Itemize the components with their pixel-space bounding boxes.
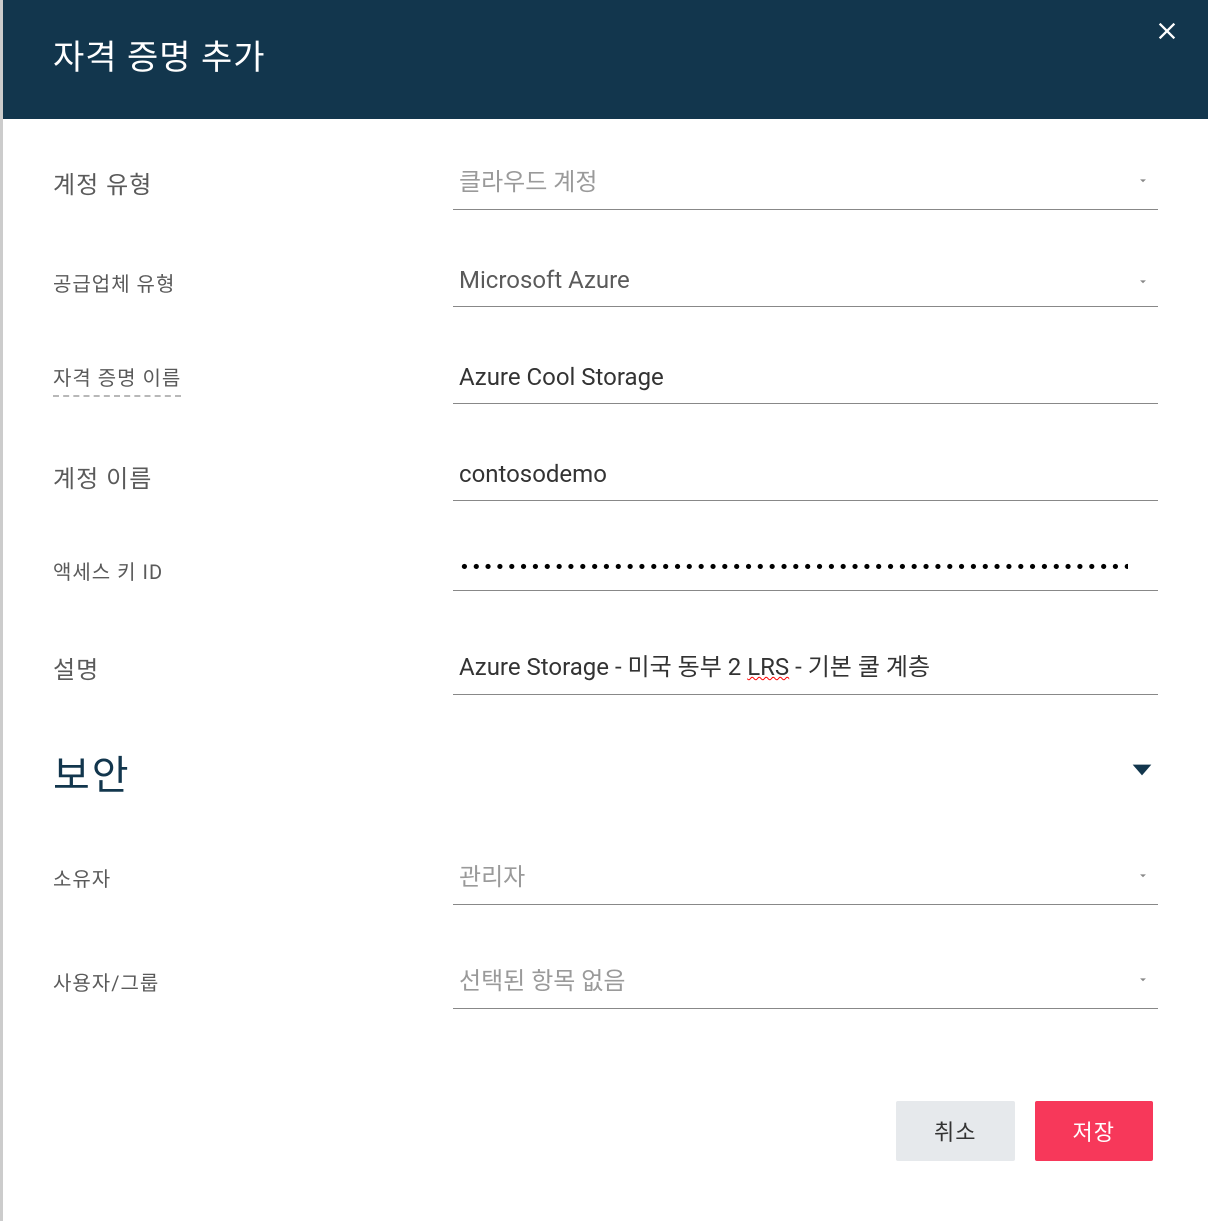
owner-value: 관리자 <box>453 849 1158 905</box>
credential-name-label: 자격 증명 이름 <box>53 362 181 397</box>
owner-field[interactable]: 관리자 <box>453 849 1158 905</box>
vendor-type-field[interactable]: Microsoft Azure <box>453 258 1158 307</box>
user-group-row: 사용자/그룹 선택된 항목 없음 <box>53 953 1158 1009</box>
description-input[interactable]: Azure Storage - 미국 동부 2 LRS - 기본 쿨 계층 <box>453 639 1158 695</box>
account-type-row: 계정 유형 클라우드 계정 <box>53 154 1158 210</box>
close-button[interactable] <box>1156 20 1178 47</box>
form-body: 계정 유형 클라우드 계정 공급업체 유형 Microsoft Azure 자격… <box>3 119 1208 1071</box>
owner-label: 소유자 <box>53 863 453 892</box>
user-group-placeholder: 선택된 항목 없음 <box>453 953 1158 1009</box>
user-group-label: 사용자/그룹 <box>53 967 453 996</box>
account-type-label: 계정 유형 <box>53 165 453 200</box>
account-type-field[interactable]: 클라우드 계정 <box>453 154 1158 210</box>
description-label: 설명 <box>53 650 453 685</box>
dialog-header: 자격 증명 추가 <box>3 0 1208 119</box>
close-icon <box>1156 21 1178 48</box>
description-row: 설명 Azure Storage - 미국 동부 2 LRS - 기본 쿨 계층 <box>53 639 1158 695</box>
credential-name-row: 자격 증명 이름 <box>53 355 1158 404</box>
dialog-title: 자격 증명 추가 <box>53 30 266 79</box>
account-name-input[interactable] <box>453 452 1158 501</box>
vendor-type-value: Microsoft Azure <box>453 258 1158 307</box>
security-section-title: 보안 <box>53 743 131 801</box>
chevron-down-icon <box>1126 754 1158 790</box>
access-key-row: 액세스 키 ID <box>53 549 1158 591</box>
security-section-toggle[interactable]: 보안 <box>53 743 1158 801</box>
access-key-input[interactable] <box>453 549 1158 591</box>
account-name-label: 계정 이름 <box>53 459 453 494</box>
credential-name-input[interactable] <box>453 355 1158 404</box>
access-key-label: 액세스 키 ID <box>53 556 453 585</box>
save-button[interactable]: 저장 <box>1035 1101 1153 1161</box>
vendor-type-label: 공급업체 유형 <box>53 268 453 297</box>
account-type-value: 클라우드 계정 <box>453 154 1158 210</box>
user-group-field[interactable]: 선택된 항목 없음 <box>453 953 1158 1009</box>
cancel-button[interactable]: 취소 <box>896 1101 1014 1161</box>
add-credential-dialog: 자격 증명 추가 계정 유형 클라우드 계정 공급업체 유형 Microsoft… <box>0 0 1208 1221</box>
dialog-footer: 취소 저장 <box>3 1071 1208 1221</box>
vendor-type-row: 공급업체 유형 Microsoft Azure <box>53 258 1158 307</box>
account-name-row: 계정 이름 <box>53 452 1158 501</box>
owner-row: 소유자 관리자 <box>53 849 1158 905</box>
